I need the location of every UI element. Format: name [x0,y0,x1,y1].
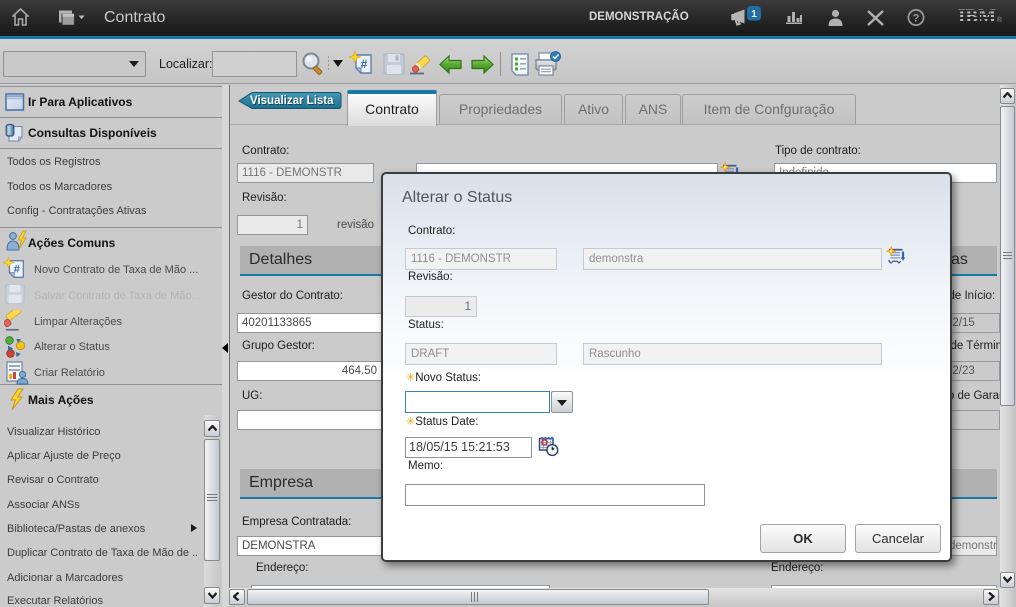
svg-text:#: # [361,57,368,71]
svg-text:1: 1 [751,8,757,20]
svg-text:#: # [14,264,20,276]
svg-text:Visualizar Lista: Visualizar Lista [250,95,334,107]
svg-text:?: ? [913,12,920,24]
